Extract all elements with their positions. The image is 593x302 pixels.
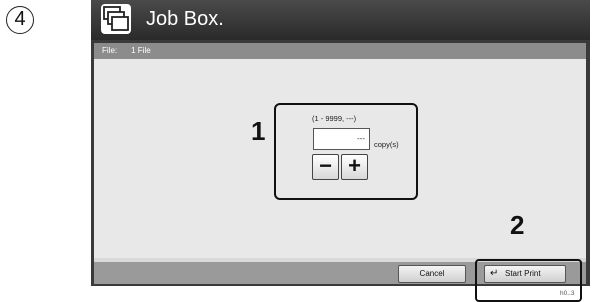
increment-button[interactable]: + (341, 154, 368, 180)
file-count: 1 File (131, 46, 151, 55)
figure-code: h0..3 (560, 290, 575, 297)
callout-number-2: 2 (510, 210, 525, 240)
step-number-badge: 4 (6, 6, 34, 34)
window-title: Job Box. (146, 8, 224, 30)
copies-unit: copy(s) (374, 140, 399, 149)
enter-icon: ↵ (490, 268, 499, 279)
copy-range: (1 - 9999, ---) (312, 114, 357, 123)
cancel-button[interactable]: Cancel (398, 265, 466, 283)
copies-input[interactable]: --- (313, 128, 370, 150)
file-bar: File: 1 File (94, 43, 586, 59)
decrement-button[interactable]: − (312, 154, 339, 180)
callout-number-1: 1 (251, 116, 266, 146)
file-label: File: (102, 46, 118, 55)
job-box-icon (101, 4, 131, 34)
